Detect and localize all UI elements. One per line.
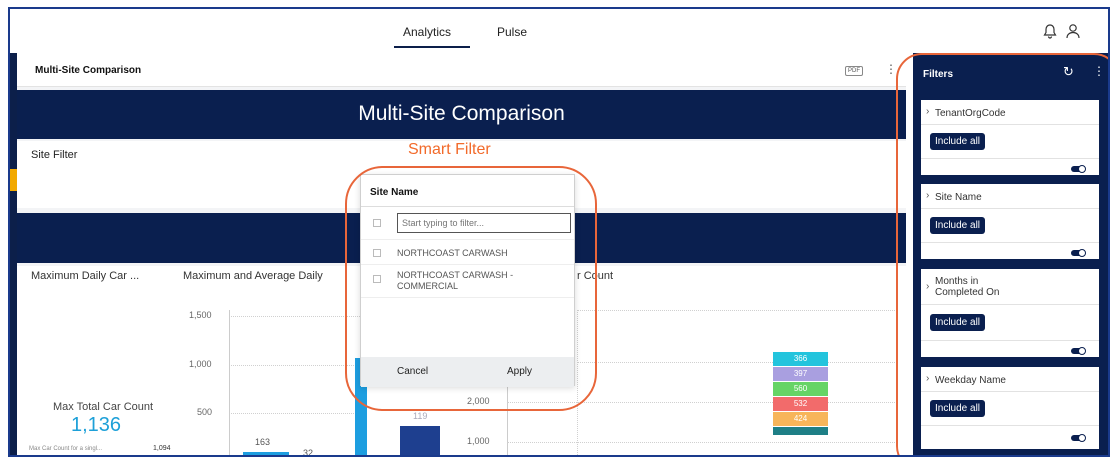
bar-chart-title: Maximum and Average Daily: [183, 270, 323, 282]
pdf-export-button[interactable]: PDF: [845, 66, 863, 76]
banner-title: Multi-Site Comparison: [358, 102, 565, 125]
smart-filter-annotation: Smart Filter: [408, 141, 491, 158]
annotation-highlight: [345, 166, 597, 411]
bell-icon[interactable]: [1042, 23, 1058, 39]
stack-segment: 397: [773, 367, 828, 381]
grid-line: [577, 310, 897, 311]
site-filter-label: Site Filter: [31, 149, 78, 161]
tab-analytics[interactable]: Analytics: [403, 25, 451, 39]
active-tab-indicator: [394, 46, 470, 48]
grid-line: [507, 442, 897, 443]
bar-data-label: 119: [413, 411, 428, 421]
kpi-footer-label: Max Car Count for a singl...: [29, 446, 103, 452]
kpi-label: Max Total Car Count: [53, 401, 154, 413]
stack-segment: 532: [773, 397, 828, 411]
stack-segment: 366: [773, 352, 828, 366]
user-icon[interactable]: [1065, 23, 1081, 39]
chart-bar: [243, 452, 289, 455]
bar-data-label: 32: [303, 448, 314, 457]
stack-segment: 560: [773, 382, 828, 396]
kpi-value: 1,136: [71, 414, 122, 436]
stack-segment: 424: [773, 412, 828, 426]
bar-data-label: 163: [255, 437, 271, 447]
grid-line: [229, 413, 364, 414]
kpi-footer-value: 1,094: [153, 445, 171, 452]
tab-pulse[interactable]: Pulse: [497, 25, 527, 39]
y-axis: [229, 310, 230, 455]
grid-line: [229, 316, 364, 317]
dashboard-title: Multi-Site Comparison: [35, 65, 142, 76]
stack-segment: [773, 427, 828, 435]
dashboard-header: Multi-Site Comparison PDF ⋮: [17, 53, 906, 87]
y-tick-label: 1,000: [467, 436, 490, 446]
y-tick-label: 1,000: [189, 359, 212, 369]
dashboard-more-icon[interactable]: ⋮: [885, 62, 897, 76]
top-nav: Analytics Pulse: [10, 9, 1108, 53]
grid-line: [577, 362, 897, 363]
kpi-chart-title: Maximum Daily Car ...: [31, 270, 140, 282]
annotation-highlight: [896, 53, 1108, 455]
app-window: Analytics Pulse Multi-Site Comparison PD…: [8, 7, 1110, 457]
chart-bar: [400, 426, 440, 455]
y-tick-label: 1,500: [189, 310, 212, 320]
accent-marker: [10, 169, 17, 191]
grid-line: [229, 365, 364, 366]
title-banner: Multi-Site Comparison: [17, 90, 906, 139]
y-tick-label: 500: [197, 407, 213, 417]
